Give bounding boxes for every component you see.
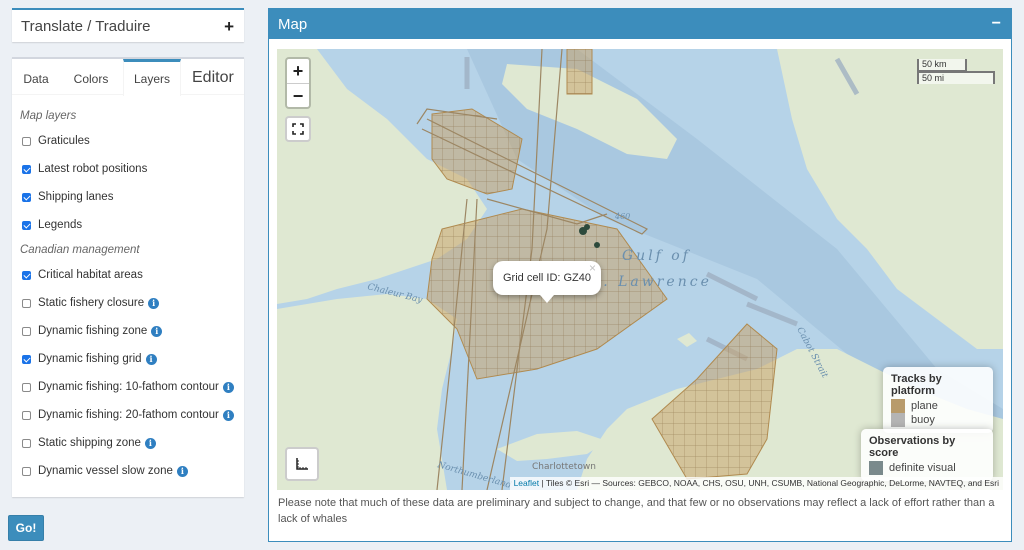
layer-dynamic-fishing-grid[interactable]: Dynamic fishing grid i <box>20 345 236 373</box>
canadian-management-title: Canadian management <box>20 244 140 256</box>
layer-dynamic-fishing-20-fathom-contour[interactable]: Dynamic fishing: 20-fathom contour i <box>20 401 236 429</box>
measure-button[interactable] <box>285 447 319 481</box>
layer-dynamic-vessel-slow-zone[interactable]: Dynamic vessel slow zone i <box>20 457 236 485</box>
layer-label: Dynamic fishing: 10-fathom contour <box>38 381 219 393</box>
layer-label: Dynamic fishing: 20-fathom contour <box>38 409 219 421</box>
attribution-text: | Tiles © Esri — Sources: GEBCO, NOAA, C… <box>539 478 999 488</box>
translate-box[interactable]: Translate / Traduire + <box>12 8 244 42</box>
layer-checkbox[interactable] <box>22 438 31 448</box>
layer-checkbox[interactable] <box>22 270 31 280</box>
legend-label: plane <box>911 400 938 412</box>
layer-legends[interactable]: Legends <box>20 211 236 239</box>
legend-swatch <box>891 399 905 413</box>
legend-swatch <box>869 461 883 475</box>
layer-static-shipping-zone[interactable]: Static shipping zone i <box>20 429 236 457</box>
expand-plus-icon[interactable]: + <box>224 18 234 35</box>
label-charlottetown: Charlottetown <box>532 462 596 472</box>
grid-cell-popup: Grid cell ID: GZ40 × <box>493 261 601 303</box>
scale-mi: 50 mi <box>917 71 995 84</box>
info-icon[interactable]: i <box>176 465 188 477</box>
layer-checkbox[interactable] <box>22 220 31 230</box>
layer-checkbox[interactable] <box>22 354 31 364</box>
map-attribution: Leaflet | Tiles © Esri — Sources: GEBCO,… <box>509 477 1003 490</box>
layer-label: Static fishery closure <box>38 297 145 309</box>
info-icon[interactable]: i <box>148 297 160 309</box>
scale-bar: 50 km 50 mi <box>917 59 995 84</box>
zoom-control: + − <box>285 57 311 109</box>
legend-label: buoy <box>911 414 935 426</box>
map-title: Map <box>278 15 308 33</box>
go-button[interactable]: Go! <box>8 515 44 541</box>
layer-label: Graticules <box>38 135 90 147</box>
layer-checkbox[interactable] <box>22 326 31 336</box>
popup-text: Grid cell ID: GZ40 <box>502 272 592 284</box>
layer-latest-robot-positions[interactable]: Latest robot positions <box>20 155 236 183</box>
layer-static-fishery-closure[interactable]: Static fishery closure i <box>20 289 236 317</box>
layer-checkbox[interactable] <box>22 466 31 476</box>
layer-graticules[interactable]: Graticules <box>20 127 236 155</box>
popup-close-icon[interactable]: × <box>589 251 596 285</box>
map-disclaimer: Please note that much of these data are … <box>278 497 995 525</box>
layer-shipping-lanes[interactable]: Shipping lanes <box>20 183 236 211</box>
layer-label: Dynamic fishing grid <box>38 353 142 365</box>
layers-panel: Map layers Graticules Latest robot positi… <box>12 95 244 485</box>
tab-layers[interactable]: Layers <box>123 59 181 96</box>
legend-item-plane: plane <box>891 399 985 413</box>
layer-label: Static shipping zone <box>38 437 141 449</box>
map-panel: Map − Gulf of St. Lawrence Chaleur Bay C… <box>268 8 1012 542</box>
info-icon[interactable]: i <box>144 437 156 449</box>
label-gulf: Gulf of <box>622 248 691 264</box>
label-lawrence: St. Lawrence <box>582 274 712 290</box>
map-header: Map − <box>269 9 1011 39</box>
info-icon[interactable]: i <box>145 353 157 365</box>
tab-data[interactable]: Data <box>12 59 60 95</box>
layer-label: Latest robot positions <box>38 163 148 175</box>
info-icon[interactable]: i <box>222 381 234 393</box>
info-icon[interactable]: i <box>222 409 234 421</box>
info-icon[interactable]: i <box>151 325 163 337</box>
fullscreen-button[interactable] <box>285 116 311 142</box>
layer-dynamic-fishing-10-fathom-contour[interactable]: Dynamic fishing: 10-fathom contour i <box>20 373 236 401</box>
layer-label: Legends <box>38 219 83 231</box>
layer-checkbox[interactable] <box>22 136 31 146</box>
ruler-icon <box>296 458 308 470</box>
legend-tracks-title: Tracks by platform <box>891 373 942 397</box>
layer-checkbox[interactable] <box>22 192 31 202</box>
legend-observations: Observations by score definite visual <box>861 429 993 481</box>
tab-colors[interactable]: Colors <box>60 59 122 95</box>
layer-label: Dynamic vessel slow zone <box>38 465 173 477</box>
layer-label: Critical habitat areas <box>38 269 143 281</box>
map-layers-title: Map layers <box>20 110 77 122</box>
layer-critical-habitat-areas[interactable]: Critical habitat areas <box>20 261 236 289</box>
layer-checkbox[interactable] <box>22 164 31 174</box>
legend-obs-title: Observations by score <box>869 435 956 459</box>
legend-tracks: Tracks by platform plane buoy <box>883 367 993 433</box>
legend-item-buoy: buoy <box>891 413 985 427</box>
zoom-in-button[interactable]: + <box>287 59 309 84</box>
layer-label: Dynamic fishing zone <box>38 325 148 337</box>
layer-label: Shipping lanes <box>38 191 114 203</box>
label-depth: 460 <box>614 212 630 221</box>
leaflet-link[interactable]: Leaflet <box>514 478 540 488</box>
legend-item-definite-visual: definite visual <box>869 461 985 475</box>
settings-panel: Data Colors Layers Editor Map layers Gra… <box>12 57 244 497</box>
layer-checkbox[interactable] <box>22 410 31 420</box>
tab-editor[interactable]: Editor <box>192 61 234 95</box>
zoom-out-button[interactable]: − <box>287 84 309 109</box>
layer-dynamic-fishing-zone[interactable]: Dynamic fishing zone i <box>20 317 236 345</box>
fullscreen-icon <box>292 123 304 135</box>
collapse-minus-icon[interactable]: − <box>992 16 1001 32</box>
map-canvas[interactable]: Gulf of St. Lawrence Chaleur Bay Cabot S… <box>277 49 1003 490</box>
translate-title: Translate / Traduire <box>21 17 151 35</box>
legend-label: definite visual <box>889 462 956 474</box>
settings-tabs: Data Colors Layers Editor <box>12 59 244 96</box>
legend-swatch <box>891 413 905 427</box>
layer-checkbox[interactable] <box>22 298 31 308</box>
layer-checkbox[interactable] <box>22 382 31 392</box>
